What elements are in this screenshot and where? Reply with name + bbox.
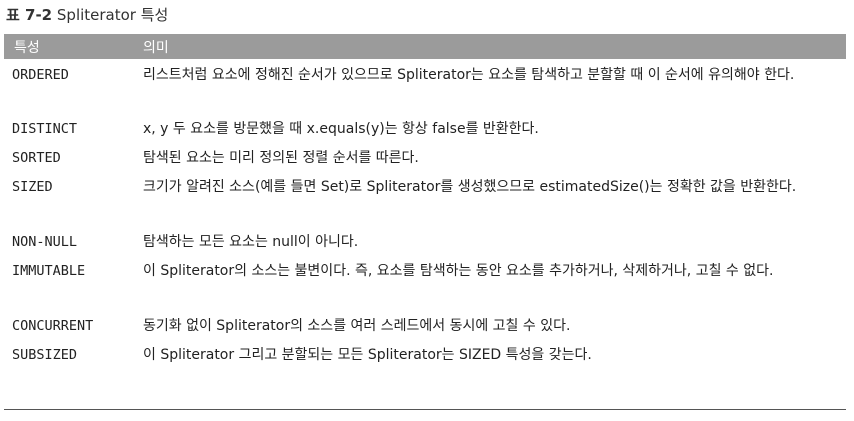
table-row: SORTED 탐색된 요소는 미리 정의된 정렬 순서를 따른다. [4,145,846,171]
table-row: IMMUTABLE 이 Spliterator의 소스는 불변이다. 즉, 요소… [4,258,846,310]
row-value: 이 Spliterator의 소스는 불변이다. 즉, 요소를 탐색하는 동안 … [143,263,774,279]
table-row: SIZED 크기가 알려진 소스(예를 들면 Set)로 Spliterator… [4,174,846,226]
table-row: NON-NULL 탐색하는 모든 요소는 null이 아니다. [4,229,846,255]
row-value: x, y 두 요소를 방문했을 때 x.equals(y)는 항상 false를… [143,121,539,137]
characteristics-table: 특성 의미 ORDERED 리스트처럼 요소에 정해진 순서가 있으므로 Spl… [4,34,846,368]
row-key: SUBSIZED [12,347,78,363]
row-value: 이 Spliterator 그리고 분할되는 모든 Spliterator는 S… [143,347,592,363]
table-row: CONCURRENT 동기화 없이 Spliterator의 소스를 여러 스레… [4,313,846,339]
row-key: NON-NULL [12,234,78,250]
row-key: CONCURRENT [12,318,94,334]
table-caption: 표 7-2 Spliterator 특성 [6,4,168,26]
row-value: 탐색하는 모든 요소는 null이 아니다. [143,234,359,250]
header-meaning: 의미 [143,39,169,56]
table-bottom-rule [4,409,846,410]
row-value: 동기화 없이 Spliterator의 소스를 여러 스레드에서 동시에 고칠 … [143,318,571,334]
header-characteristic: 특성 [14,39,40,56]
row-value: 탐색된 요소는 미리 정의된 정렬 순서를 따른다. [143,150,419,166]
table-header: 특성 의미 [4,34,846,59]
table-row: ORDERED 리스트처럼 요소에 정해진 순서가 있으므로 Spliterat… [4,62,846,114]
row-value: 리스트처럼 요소에 정해진 순서가 있으므로 Spliterator는 요소를 … [143,67,795,83]
row-key: DISTINCT [12,121,78,137]
table-row: SUBSIZED 이 Spliterator 그리고 분할되는 모든 Split… [4,342,846,368]
row-key: SORTED [12,150,61,166]
table-number: 표 7-2 [6,6,53,24]
row-value: 크기가 알려진 소스(예를 들면 Set)로 Spliterator를 생성했으… [143,179,797,195]
row-key: IMMUTABLE [12,263,86,279]
table-title: Spliterator 특성 [56,6,169,24]
table-row: DISTINCT x, y 두 요소를 방문했을 때 x.equals(y)는 … [4,116,846,142]
row-key: SIZED [12,179,53,195]
row-key: ORDERED [12,67,69,83]
